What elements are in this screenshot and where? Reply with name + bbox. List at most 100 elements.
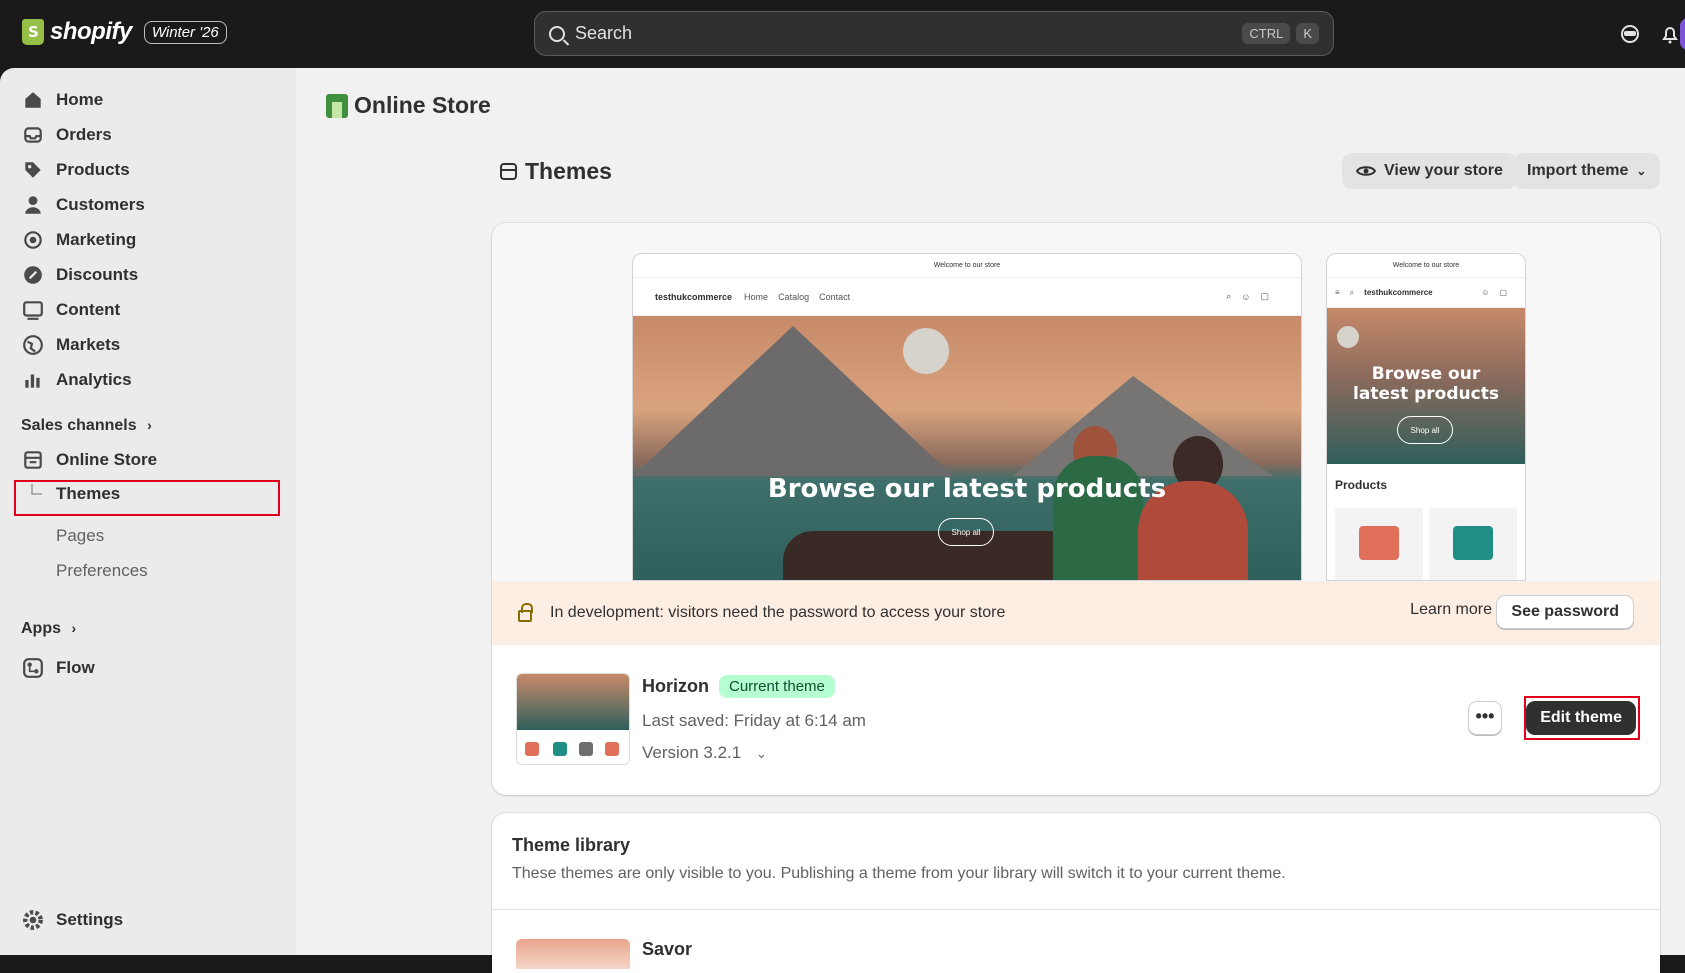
- apps-heading[interactable]: Apps ›: [21, 620, 76, 638]
- top-bar: shopify Winter '26 Search CTRL K: [0, 0, 1685, 68]
- sidebar-item-content[interactable]: Content: [22, 294, 120, 326]
- sidebar-item-flow[interactable]: Flow: [22, 652, 95, 684]
- boat-shape: [783, 531, 1083, 580]
- shopify-bag-icon: [22, 19, 44, 45]
- sidebar-item-pages[interactable]: Pages: [56, 526, 104, 546]
- sidebar-item-orders[interactable]: Orders: [22, 119, 112, 151]
- mobile-hero-image: Browse our latest products Shop all: [1327, 308, 1525, 464]
- divider: [492, 909, 1660, 910]
- themes-icon: [500, 163, 517, 180]
- sales-channels-heading[interactable]: Sales channels ›: [21, 417, 152, 435]
- home-icon: [25, 92, 41, 108]
- sidebar-item-markets[interactable]: Markets: [22, 329, 120, 361]
- tshirt-icon: [525, 742, 539, 756]
- sidebar-item-analytics[interactable]: Analytics: [22, 364, 132, 396]
- sidebar-item-label: Markets: [56, 335, 121, 354]
- preview-nav-catalog: Catalog: [778, 291, 810, 302]
- edition-badge: Winter '26: [143, 20, 227, 44]
- preview-header: testhukcommerce Home Catalog Contact ⌕ ☺…: [633, 278, 1301, 316]
- preview-cart-icon: ▢: [1260, 291, 1269, 301]
- preview-shop-all-button: Shop all: [938, 518, 994, 546]
- menu-icon: ≡: [1335, 288, 1340, 297]
- preview-nav-contact: Contact: [819, 291, 851, 302]
- preview-nav-home: Home: [744, 291, 769, 302]
- thumbnail-hero: [517, 674, 629, 730]
- announcement-bar: Welcome to our store: [633, 254, 1301, 278]
- sidebar-item-label: Discounts: [56, 265, 139, 284]
- sidebar-item-discounts[interactable]: Discounts: [22, 259, 138, 291]
- see-password-button[interactable]: See password: [1496, 595, 1634, 629]
- mobile-products-heading: Products: [1335, 478, 1388, 492]
- sidekick-icon: [1621, 25, 1639, 43]
- theme-library-card: Theme library These themes are only visi…: [492, 813, 1660, 973]
- gear-icon: [23, 910, 43, 930]
- theme-library-title: Theme library: [512, 835, 631, 855]
- highlight-edit-theme-box: [1524, 696, 1640, 740]
- library-theme-thumbnail[interactable]: [516, 939, 630, 969]
- sidebar-item-label: Analytics: [56, 370, 132, 389]
- search-bar[interactable]: Search CTRL K: [534, 11, 1334, 56]
- preview-hero-image: Browse our latest products Shop all: [633, 316, 1301, 580]
- sales-channels-label: Sales channels: [21, 417, 137, 434]
- last-saved-text: Last saved: Friday at 6:14 am: [642, 711, 866, 730]
- chevron-down-icon: ⌄: [1636, 164, 1647, 178]
- sidebar-item-marketing[interactable]: Marketing: [22, 224, 136, 256]
- highlight-themes-box: [14, 480, 280, 516]
- person-icon: [25, 196, 41, 214]
- mobile-shop-all-button: Shop all: [1397, 416, 1453, 444]
- store-icon: [24, 451, 42, 469]
- sidebar-item-label: Online Store: [56, 450, 158, 469]
- sun-shape: [903, 328, 949, 374]
- shopify-logo[interactable]: shopify Winter '26: [22, 18, 227, 46]
- tshirt-icon: [1453, 526, 1493, 560]
- brand-name: shopify: [50, 18, 132, 45]
- version-text: Version 3.2.1: [642, 743, 742, 762]
- preview-search-icon: ⌕: [1349, 287, 1355, 297]
- apps-label: Apps: [21, 620, 61, 637]
- chevron-right-icon: ›: [71, 620, 77, 636]
- sidebar-item-preferences[interactable]: Preferences: [56, 561, 148, 581]
- tag-icon: [25, 162, 41, 178]
- mobile-announcement-bar: Welcome to our store: [1327, 254, 1525, 278]
- import-theme-label: Import theme: [1527, 162, 1629, 179]
- sidebar: Home Orders Products Customers Marketing…: [0, 68, 296, 955]
- learn-more-link[interactable]: Learn more: [1410, 601, 1492, 619]
- sidebar-item-settings[interactable]: Settings: [22, 904, 123, 936]
- theme-preview[interactable]: Welcome to our store testhukcommerce Hom…: [492, 223, 1660, 581]
- lock-icon: [518, 603, 533, 622]
- tshirt-icon: [605, 742, 619, 756]
- flow-icon: [23, 658, 43, 678]
- theme-name: Horizon: [642, 676, 709, 696]
- preview-store-name: testhukcommerce: [655, 291, 733, 302]
- sidebar-item-home[interactable]: Home: [22, 84, 103, 116]
- preview-account-icon: ☺: [1481, 288, 1490, 297]
- sidebar-item-label: Home: [56, 90, 104, 109]
- inbox-icon: [24, 127, 42, 143]
- sidekick-button[interactable]: [1618, 22, 1642, 46]
- tshirt-icon: [1359, 526, 1399, 560]
- discount-icon: [24, 266, 42, 284]
- version-dropdown[interactable]: Version 3.2.1 ⌄: [642, 743, 767, 763]
- current-theme-card: Welcome to our store testhukcommerce Hom…: [492, 223, 1660, 795]
- more-actions-button[interactable]: •••: [1468, 701, 1502, 735]
- product-card: [1429, 508, 1517, 580]
- preview-search-icon: ⌕: [1226, 291, 1232, 301]
- sidebar-item-label: Settings: [56, 910, 124, 929]
- sidebar-item-label: Marketing: [56, 230, 137, 249]
- avatar[interactable]: [1680, 18, 1685, 50]
- mobile-hero-title: Browse our latest products: [1353, 364, 1499, 404]
- view-store-button[interactable]: View your store: [1342, 153, 1517, 189]
- sidebar-item-online-store[interactable]: Online Store: [22, 444, 157, 476]
- sidebar-item-customers[interactable]: Customers: [22, 189, 145, 221]
- import-theme-button[interactable]: Import theme ⌄: [1513, 153, 1661, 189]
- tshirt-icon: [553, 742, 567, 756]
- globe-icon: [23, 335, 43, 355]
- notifications-button[interactable]: [1658, 22, 1682, 46]
- online-store-icon: [326, 93, 348, 118]
- search-icon: [549, 25, 565, 42]
- sidebar-item-products[interactable]: Products: [22, 154, 130, 186]
- theme-thumbnail[interactable]: [516, 673, 630, 765]
- image-icon: [23, 301, 43, 320]
- chevron-right-icon: ›: [147, 417, 152, 433]
- desktop-preview: Welcome to our store testhukcommerce Hom…: [632, 253, 1302, 581]
